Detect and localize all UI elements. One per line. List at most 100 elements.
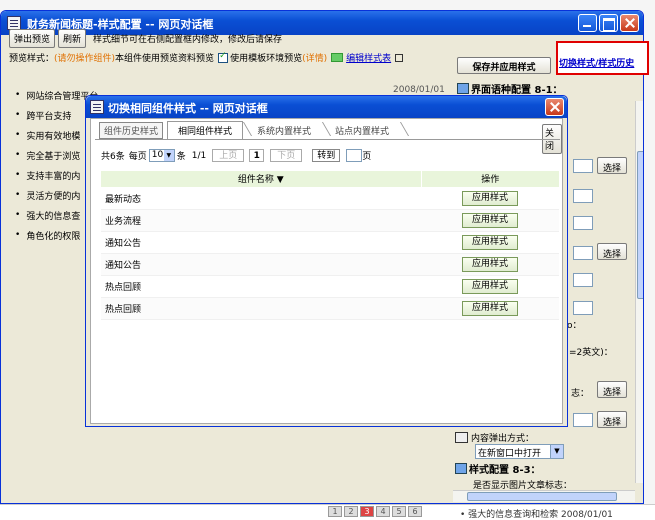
vertical-scrollbar[interactable] [635, 101, 643, 483]
scrollbar-thumb[interactable] [467, 492, 617, 501]
list-date: 2008/01/01 [393, 85, 445, 95]
apply-style-button[interactable]: 应用样式 [462, 300, 518, 316]
tab-same-component-styles[interactable]: 相同组件样式 [167, 121, 244, 139]
config-input[interactable] [573, 159, 593, 173]
preview-desc: 本组件使用预览资料预览 [115, 54, 215, 64]
per-page-value: 10 [151, 150, 164, 160]
select-button[interactable]: 选择 [597, 381, 627, 398]
config-input[interactable] [573, 301, 593, 315]
settings-icon [457, 83, 469, 94]
section-title: 样式配置 8-3： [469, 465, 541, 476]
component-name: 业务流程 [101, 209, 421, 232]
popup-mode-row: 内容弹出方式： [455, 431, 534, 444]
dialog-title: 切换相同组件样式 -- 网页对话框 [108, 102, 268, 115]
toolbar-hint: 样式细节可在右侧配置框内修改，修改后请保存 [93, 35, 283, 45]
background-footer: 1 2 3 4 5 6 • 强大的信息查询和检索 2008/01/01 [0, 504, 655, 520]
dialog-body: 组件历史样式 相同组件样式 系统内置样式 站点内置样式 关闭 共6条 每页 10… [90, 118, 563, 424]
popup-preview-button[interactable]: 弹出预览 [9, 29, 56, 48]
background-page-number[interactable]: 5 [392, 506, 406, 517]
table-row: 热点回顾 应用样式 [101, 275, 559, 298]
page-suffix: 页 [362, 152, 372, 162]
table-row: 最新动态 应用样式 [101, 187, 559, 210]
dialog-tabs: 组件历史样式 相同组件样式 系统内置样式 站点内置样式 [99, 121, 403, 139]
section-language-config: 界面语种配置 8-1： [457, 81, 563, 96]
goto-button[interactable]: 转到 [312, 149, 341, 162]
tab-site-styles[interactable]: 站点内置样式 [325, 122, 399, 139]
folder-icon [455, 432, 468, 443]
apply-style-button[interactable]: 应用样式 [462, 212, 518, 228]
total-count: 共6条 [101, 152, 125, 162]
preview-warning: (请勿操作组件) [54, 54, 116, 64]
horizontal-scrollbar[interactable] [453, 490, 635, 502]
scrollbar-thumb[interactable] [637, 151, 643, 299]
config-label: 志： [571, 389, 590, 399]
background-pager: 1 2 3 4 5 6 [328, 506, 422, 517]
background-page-number[interactable]: 1 [328, 506, 342, 517]
preview-label: 预览样式： [9, 54, 55, 64]
per-page-select[interactable]: 10 ▼ [148, 149, 175, 162]
section-style-config: 样式配置 8-3： [455, 461, 541, 476]
background-page-number[interactable]: 4 [376, 506, 390, 517]
column-header-op: 操作 [420, 171, 559, 188]
detail-link[interactable]: (详情) [302, 51, 327, 64]
apply-style-button[interactable]: 应用样式 [462, 190, 518, 206]
tab-divider [95, 139, 560, 140]
table-row: 通知公告 应用样式 [101, 253, 559, 276]
expand-toggle-icon[interactable] [395, 53, 404, 62]
component-name: 热点回顾 [101, 297, 421, 320]
edit-stylesheet-icon [331, 53, 344, 62]
toolbar: 弹出预览 刷新 样式细节可在右侧配置框内修改，修改后请保存 [9, 29, 282, 48]
background-list-item: • 强大的信息查询和检索 2008/01/01 [460, 510, 613, 520]
edit-stylesheet-link[interactable]: 编辑样式表 [346, 51, 391, 64]
background-page-number[interactable]: 3 [360, 506, 374, 517]
section-title: 界面语种配置 8-1： [471, 85, 563, 96]
page-icon [7, 16, 21, 30]
column-header-name[interactable]: 组件名称 ▼ [101, 171, 421, 188]
use-template-label: 使用模板环境预览 [230, 54, 303, 64]
tab-history-styles[interactable]: 组件历史样式 [99, 122, 164, 139]
switch-style-history-link[interactable]: 切换样式/样式历史 [556, 41, 649, 75]
component-name: 通知公告 [101, 231, 421, 254]
select-button[interactable]: 选择 [597, 157, 627, 174]
switch-style-dialog: 切换相同组件样式 -- 网页对话框 组件历史样式 相同组件样式 系统内置样式 站… [85, 95, 568, 427]
next-page-button[interactable]: 下页 [270, 149, 303, 162]
popup-mode-select[interactable]: 在新窗口中打开 ▼ [475, 444, 564, 459]
apply-style-button[interactable]: 应用样式 [462, 234, 518, 250]
config-label: =2英文)： [569, 348, 613, 358]
per-page-unit: 条 [176, 152, 186, 162]
config-input[interactable] [573, 273, 593, 287]
table-row: 通知公告 应用样式 [101, 231, 559, 254]
maximize-button[interactable] [599, 14, 618, 32]
apply-style-button[interactable]: 应用样式 [462, 278, 518, 294]
save-apply-button[interactable]: 保存并应用样式 [457, 57, 551, 74]
popup-mode-value: 在新窗口中打开 [478, 449, 542, 459]
config-input[interactable] [573, 246, 593, 260]
close-window-button[interactable] [620, 14, 639, 32]
background-page-number[interactable]: 6 [408, 506, 422, 517]
config-input[interactable] [573, 189, 593, 203]
component-name: 热点回顾 [101, 275, 421, 298]
prev-page-button[interactable]: 上页 [212, 149, 245, 162]
select-button[interactable]: 选择 [597, 243, 627, 260]
select-button[interactable]: 选择 [597, 411, 627, 428]
chevron-down-icon[interactable]: ▼ [163, 150, 174, 161]
goto-page-input[interactable] [346, 149, 363, 162]
per-page-label: 每页 [128, 152, 147, 162]
current-page[interactable]: 1 [249, 149, 265, 162]
apply-style-button[interactable]: 应用样式 [462, 256, 518, 272]
preview-bar: 预览样式： (请勿操作组件) 本组件使用预览资料预览 使用模板环境预览 (详情)… [9, 51, 404, 64]
chevron-down-icon[interactable]: ▼ [550, 445, 563, 458]
refresh-button[interactable]: 刷新 [58, 29, 87, 48]
popup-mode-label: 内容弹出方式： [471, 434, 535, 444]
config-input[interactable] [573, 413, 593, 427]
background-page-number[interactable]: 2 [344, 506, 358, 517]
page-icon [90, 100, 104, 114]
tab-system-styles[interactable]: 系统内置样式 [247, 122, 321, 139]
use-template-checkbox[interactable] [218, 51, 229, 63]
pager: 共6条 每页 10 ▼ 条 1/1 上页 1 下页 转到 页 [101, 149, 371, 162]
close-dialog-button[interactable] [545, 98, 564, 116]
table-row: 业务流程 应用样式 [101, 209, 559, 232]
minimize-button[interactable] [578, 14, 597, 32]
dialog-titlebar[interactable]: 切换相同组件样式 -- 网页对话框 [86, 96, 567, 118]
config-input[interactable] [573, 216, 593, 230]
